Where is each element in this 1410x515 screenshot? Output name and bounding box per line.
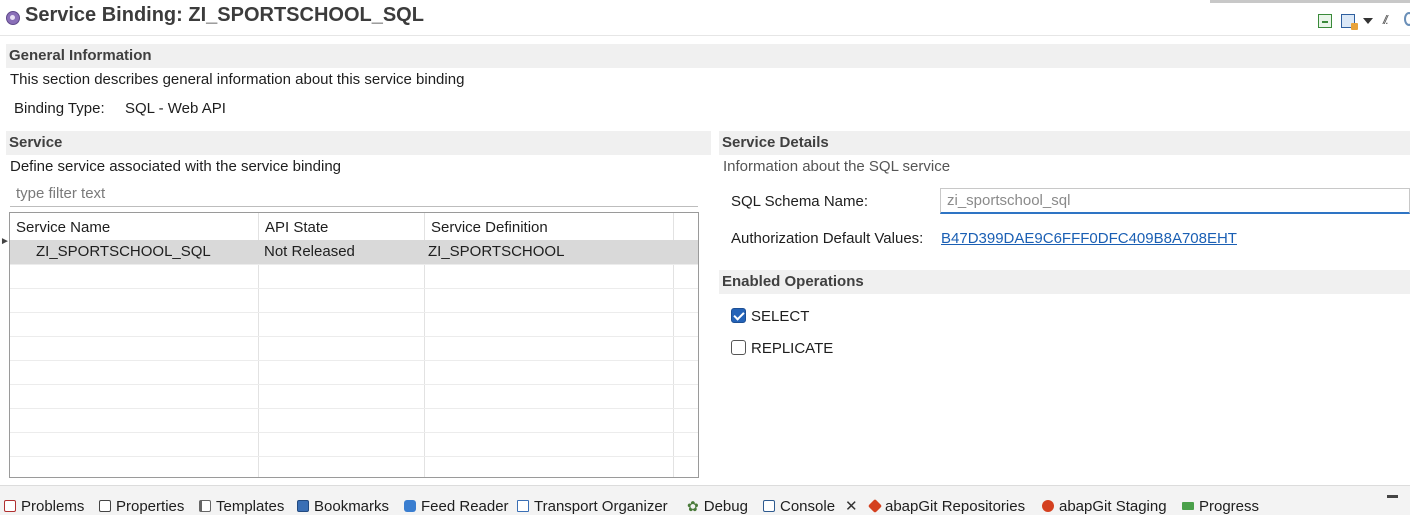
tab-abapgit-repositories[interactable]: abapGit Repositories [867,497,1026,515]
binding-type-value: SQL - Web API [125,100,226,117]
row-divider [10,264,698,265]
help-icon[interactable] [1404,12,1410,26]
feed-reader-icon [404,500,416,512]
column-header-service-definition[interactable]: Service Definition [431,219,548,236]
row-divider [10,336,698,337]
progress-icon [1182,502,1194,510]
row-divider [10,312,698,313]
properties-icon [99,500,111,512]
abapgit-icon [867,498,883,514]
service-table[interactable]: Service Name API State Service Definitio… [9,212,699,478]
service-details-description: Information about the SQL service [723,158,951,175]
authorization-default-values-link[interactable]: B47D399DAE9C6FFF0DFC409B8A708EHT [941,230,1237,247]
tab-bookmarks[interactable]: Bookmarks [297,497,389,515]
sql-schema-name-field[interactable] [940,188,1410,214]
bottom-views-bar: Problems Properties Templates Bookmarks … [0,485,1410,515]
problems-icon [4,500,16,512]
service-header: Service [6,131,711,155]
tab-label: Templates [216,497,285,515]
tab-debug[interactable]: ✿ Debug [687,497,748,515]
dropdown-menu-icon[interactable] [1363,18,1373,24]
tab-label: Feed Reader [421,497,509,515]
close-icon[interactable]: ✕ [845,497,858,515]
sql-schema-name-label: SQL Schema Name: [731,193,868,210]
publish-icon[interactable] [1341,14,1358,30]
templates-icon [199,500,211,512]
column-header-service-name[interactable]: Service Name [16,219,110,236]
tab-problems[interactable]: Problems [4,497,84,515]
row-divider [10,360,698,361]
general-information-description: This section describes general informati… [10,71,465,88]
general-information-header: General Information [6,44,1410,68]
binding-type-label: Binding Type: [14,100,105,117]
row-divider [10,384,698,385]
tab-label: Problems [21,497,85,515]
replicate-checkbox[interactable] [731,340,746,355]
tab-progress[interactable]: Progress [1182,497,1259,515]
console-icon [763,500,775,512]
transport-organizer-icon [517,500,529,512]
debug-icon: ✿ [687,498,699,514]
tab-label: Progress [1199,497,1260,515]
row-divider [10,432,698,433]
tab-label: Console [780,497,836,515]
page-title: Service Binding: ZI_SPORTSCHOOL_SQL [25,4,424,26]
table-header-row: Service Name API State Service Definitio… [10,213,698,240]
tab-label: Transport Organizer [534,497,668,515]
tab-feed-reader[interactable]: Feed Reader [404,497,509,515]
service-binding-icon [6,11,20,25]
cell-service-definition: ZI_SPORTSCHOOL [428,243,565,260]
row-divider [10,288,698,289]
cell-service-name: ZI_SPORTSCHOOL_SQL [36,243,211,260]
minimize-icon[interactable] [1387,495,1398,498]
document-icon[interactable] [1318,14,1332,28]
column-header-api-state[interactable]: API State [265,219,328,236]
service-details-header: Service Details [719,131,1410,155]
service-description: Define service associated with the servi… [10,158,342,175]
tab-label: Bookmarks [314,497,390,515]
tab-label: abapGit Staging [1059,497,1167,515]
cell-api-state: Not Released [264,243,355,260]
top-right-strip [1210,0,1410,3]
tab-label: Properties [116,497,185,515]
replicate-checkbox-label[interactable]: REPLICATE [751,340,833,357]
collapse-icon[interactable]: //. [1383,13,1389,27]
abapgit-staging-icon [1042,500,1054,512]
bookmarks-icon [297,500,309,512]
tab-templates[interactable]: Templates [199,497,284,515]
row-divider [10,456,698,457]
tab-transport-organizer[interactable]: Transport Organizer [517,497,668,515]
filter-input[interactable] [10,181,698,207]
enabled-operations-header: Enabled Operations [719,270,1410,294]
tab-console[interactable]: Console ✕ [763,497,858,515]
tab-label: abapGit Repositories [885,497,1026,515]
tab-properties[interactable]: Properties [99,497,184,515]
authorization-default-values-label: Authorization Default Values: [731,230,924,247]
table-row[interactable]: ZI_SPORTSCHOOL_SQL Not Released ZI_SPORT… [10,240,698,264]
select-checkbox[interactable] [731,308,746,323]
tab-label: Debug [703,497,748,515]
row-divider [10,408,698,409]
select-checkbox-label[interactable]: SELECT [751,308,809,325]
tab-abapgit-staging[interactable]: abapGit Staging [1042,497,1167,515]
